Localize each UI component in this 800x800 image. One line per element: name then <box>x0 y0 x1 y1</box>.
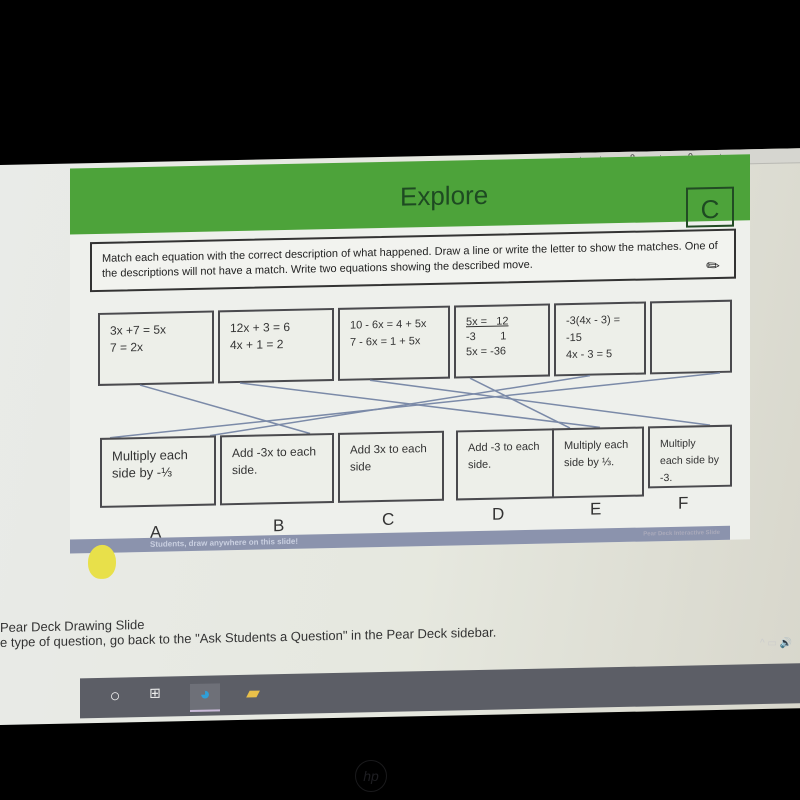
speaker-notes[interactable]: Pear Deck Drawing Slide e type of questi… <box>0 610 496 650</box>
peardeck-banner-label: Pear Deck Interactive Slide <box>643 529 720 538</box>
match-line <box>139 384 311 435</box>
search-icon[interactable]: ○ <box>100 685 130 712</box>
description-card[interactable]: Add -3 to each side. <box>456 428 554 501</box>
description-card[interactable]: Multiply each side by -⅓ <box>100 435 216 508</box>
description-text: Multiply each side by -3. <box>660 437 719 485</box>
screen: 8 9 Explore C Match each equation with t… <box>0 148 800 726</box>
letter-label: D <box>492 504 505 524</box>
taskbar: ○ ⊞ ◕ ▰ <box>80 663 800 719</box>
description-text: Add 3x to each side <box>350 443 427 474</box>
description-card[interactable]: Multiply each side by -3. <box>648 424 732 489</box>
pear-logo-icon <box>88 544 116 580</box>
description-card[interactable]: Add 3x to each side <box>338 430 444 503</box>
task-view-icon[interactable]: ⊞ <box>140 684 170 711</box>
description-card[interactable]: Multiply each side by ⅓. <box>552 426 644 499</box>
letter-label: E <box>590 499 602 519</box>
file-explorer-icon[interactable]: ▰ <box>238 682 268 709</box>
letter-label: F <box>678 493 689 513</box>
slide-canvas[interactable]: Explore C Match each equation with the c… <box>70 154 750 554</box>
edge-icon[interactable]: ◕ <box>190 683 220 713</box>
letter-label: C <box>382 509 395 529</box>
description-card[interactable]: Add -3x to each side. <box>220 433 334 506</box>
description-text: Multiply each side by ⅓. <box>564 438 629 470</box>
description-text: Multiply each side by -⅓ <box>112 447 188 481</box>
peardeck-banner-text: Students, draw anywhere on this slide! <box>150 536 299 549</box>
letter-label: B <box>273 516 285 536</box>
description-text: Add -3x to each side. <box>232 444 317 478</box>
hp-logo-icon: hp <box>355 760 387 792</box>
system-tray[interactable]: ^ ▭ 🔊 <box>760 638 792 649</box>
description-text: Add -3 to each side. <box>468 440 540 472</box>
